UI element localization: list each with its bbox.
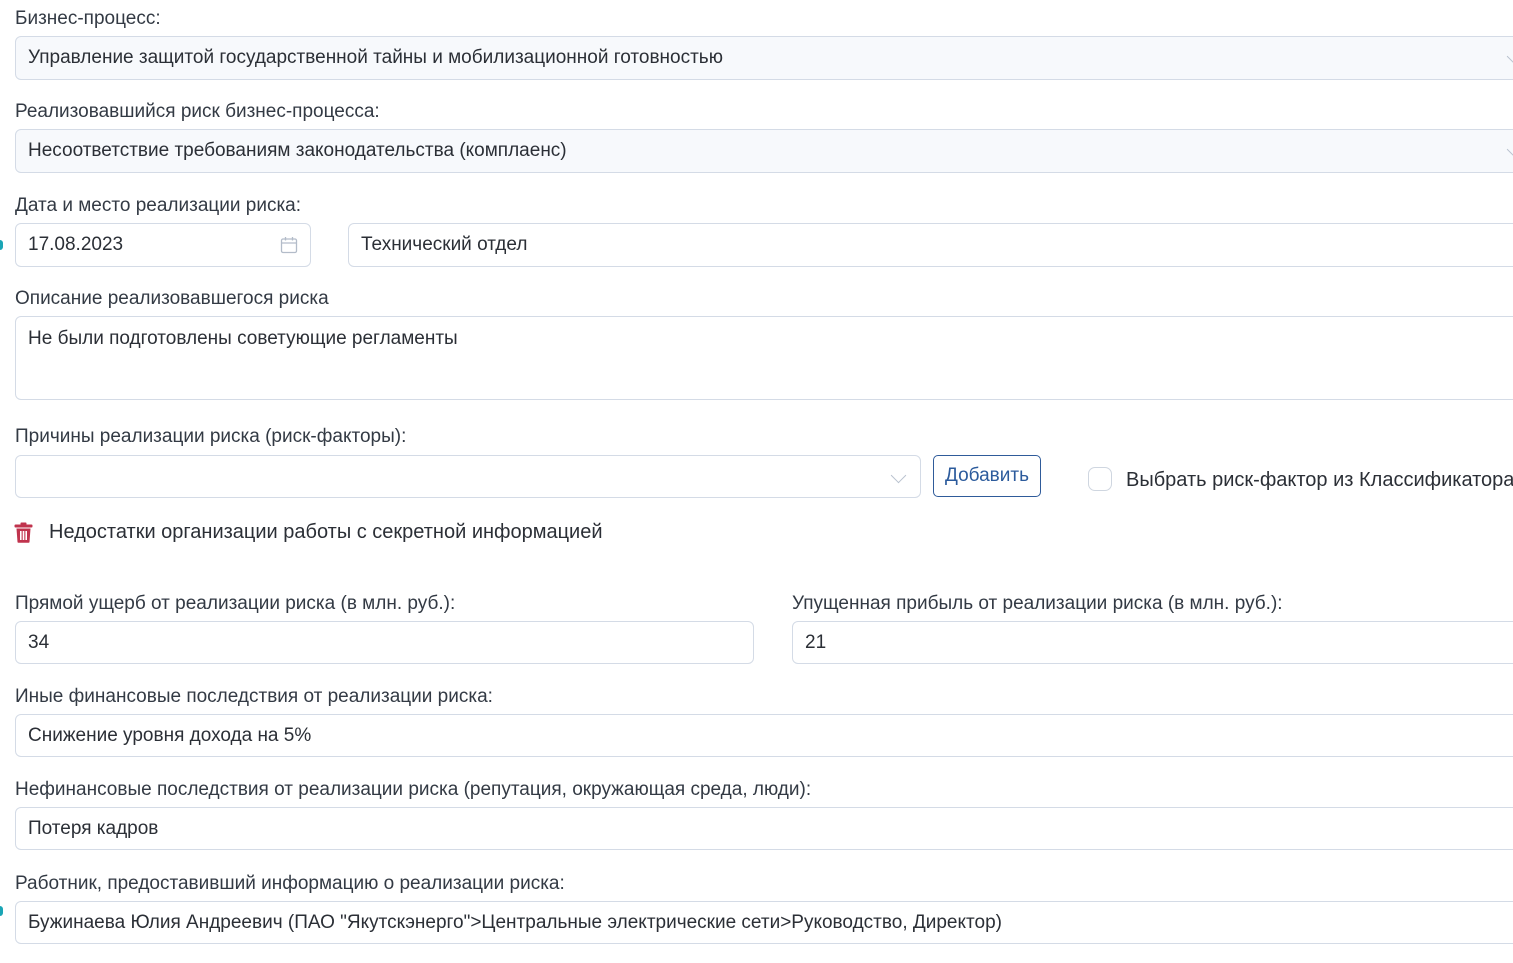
place-value: Технический отдел: [361, 234, 528, 255]
realized-risk-value: Несоответствие требованиям законодательс…: [28, 140, 567, 161]
non-financial-input[interactable]: Потеря кадров: [15, 807, 1513, 850]
non-financial-label: Нефинансовые последствия от реализации р…: [15, 779, 812, 800]
lost-profit-value: 21: [805, 631, 827, 653]
other-financial-value: Снижение уровня дохода на 5%: [28, 724, 312, 746]
chevron-down-icon: [1506, 48, 1513, 65]
risk-factor-item: Недостатки организации работы с секретно…: [49, 521, 603, 543]
business-process-value: Управление защитой государственной тайны…: [28, 47, 723, 68]
lost-profit-label: Упущенная прибыль от реализации риска (в…: [792, 593, 1283, 614]
date-place-label: Дата и место реализации риска:: [15, 195, 302, 216]
calendar-icon[interactable]: [280, 236, 298, 254]
date-value: 17.08.2023: [28, 234, 124, 255]
focus-accent-marker: [0, 906, 3, 916]
date-input[interactable]: 17.08.2023: [15, 223, 311, 267]
direct-damage-label: Прямой ущерб от реализации риска (в млн.…: [15, 593, 456, 614]
other-financial-input[interactable]: Снижение уровня дохода на 5%: [15, 714, 1513, 757]
causes-label: Причины реализации риска (риск-факторы):: [15, 426, 407, 447]
reporter-value: Бужинаева Юлия Андреевич (ПАО "Якутскэне…: [28, 911, 1002, 933]
chevron-down-icon: [890, 467, 907, 483]
classifier-checkbox-label: Выбрать риск-фактор из Классификатора: [1126, 469, 1513, 491]
lost-profit-input[interactable]: 21: [792, 621, 1513, 664]
description-textarea[interactable]: Не были подготовлены советующие регламен…: [15, 316, 1513, 400]
realized-risk-label: Реализовавшийся риск бизнес-процесса:: [15, 101, 380, 122]
direct-damage-input[interactable]: 34: [15, 621, 754, 664]
other-financial-label: Иные финансовые последствия от реализаци…: [15, 686, 493, 707]
classifier-checkbox[interactable]: [1088, 467, 1112, 491]
business-process-select[interactable]: Управление защитой государственной тайны…: [15, 36, 1513, 80]
place-input[interactable]: Технический отдел: [348, 223, 1513, 267]
non-financial-value: Потеря кадров: [28, 817, 159, 839]
chevron-down-icon: [1506, 141, 1513, 158]
reporter-label: Работник, предоставивший информацию о ре…: [15, 873, 565, 894]
add-risk-factor-button[interactable]: Добавить: [933, 455, 1041, 497]
focus-accent-marker: [0, 240, 3, 250]
trash-icon[interactable]: [14, 522, 33, 543]
reporter-input[interactable]: Бужинаева Юлия Андреевич (ПАО "Якутскэне…: [15, 901, 1513, 944]
direct-damage-value: 34: [28, 631, 50, 653]
realized-risk-select[interactable]: Несоответствие требованиям законодательс…: [15, 129, 1513, 173]
risk-factor-select[interactable]: [15, 455, 921, 498]
business-process-label: Бизнес-процесс:: [15, 8, 161, 29]
description-label: Описание реализовавшегося риска: [15, 288, 329, 309]
description-value: Не были подготовлены советующие регламен…: [28, 328, 458, 349]
